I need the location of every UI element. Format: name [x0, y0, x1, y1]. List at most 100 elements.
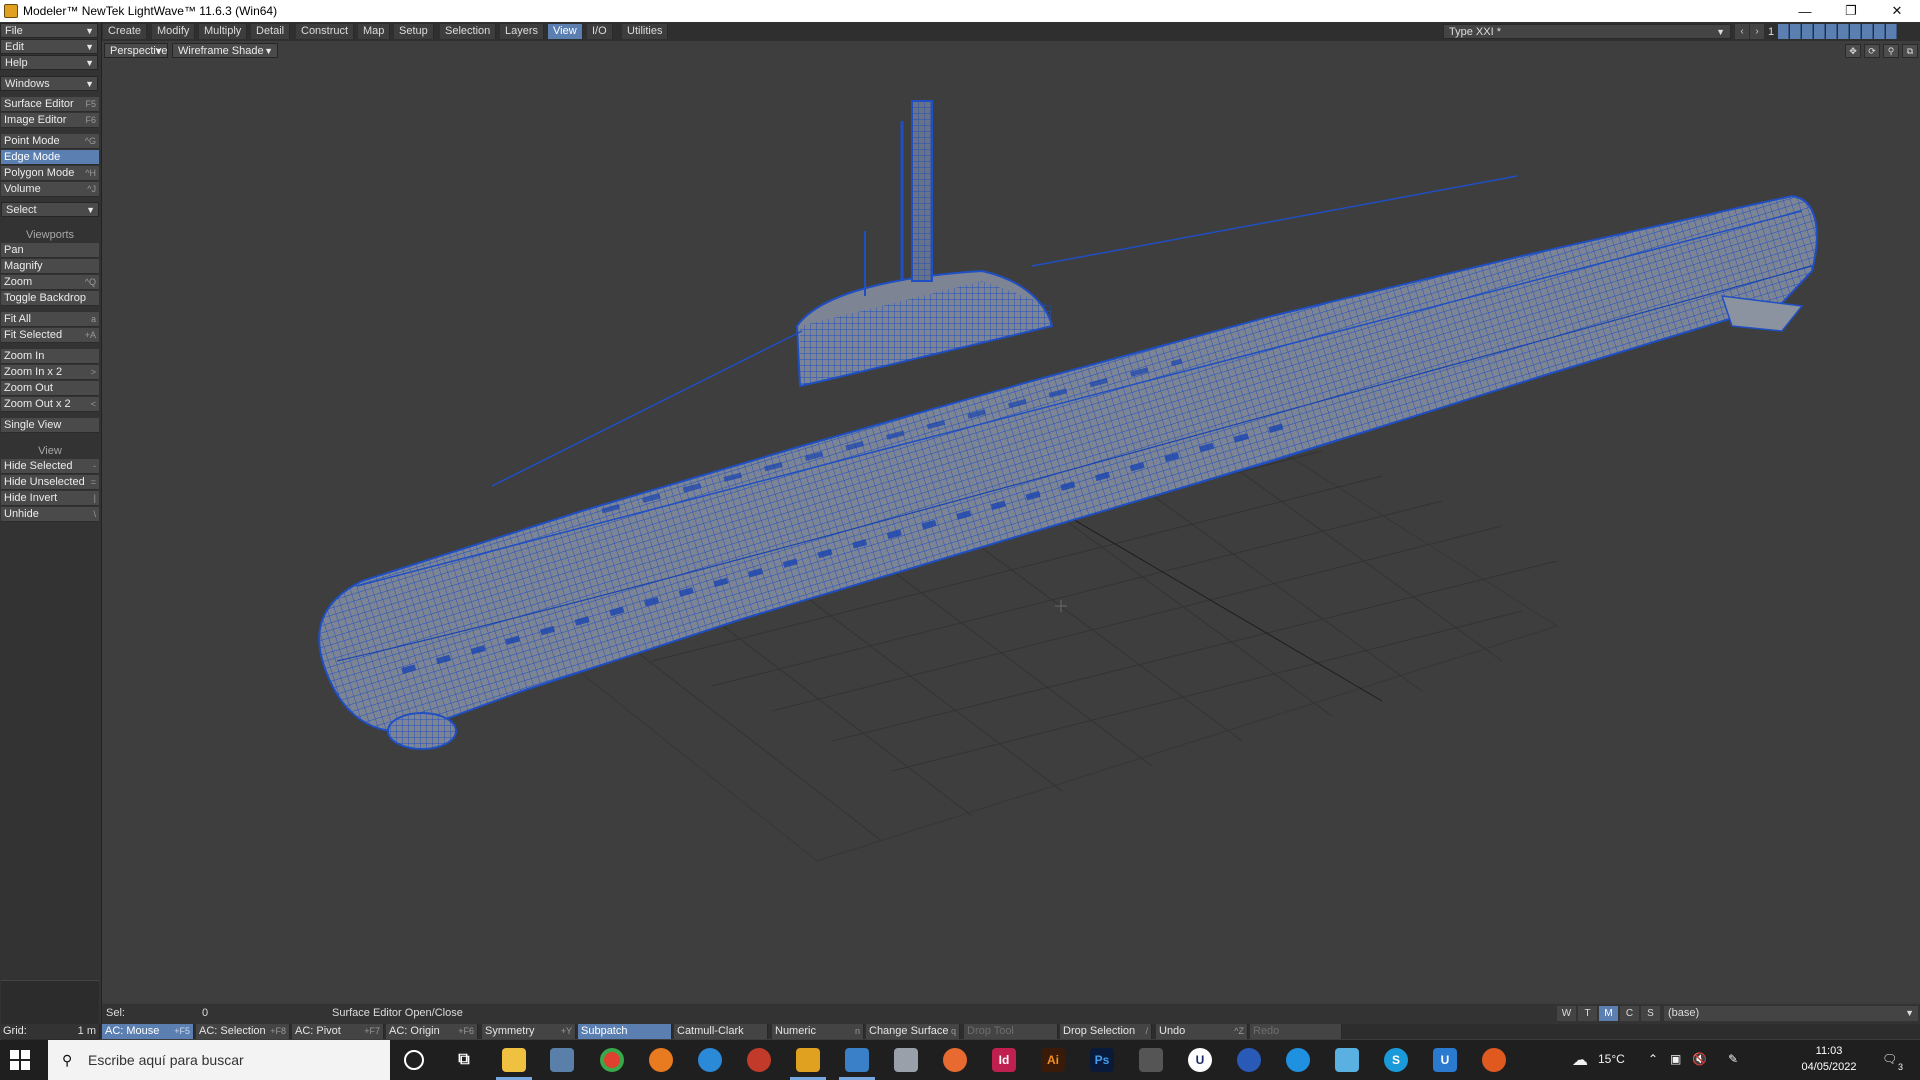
calculator-icon[interactable]	[550, 1048, 574, 1072]
lightwave-layout-icon[interactable]	[845, 1048, 869, 1072]
tab-selection[interactable]: Selection	[440, 24, 497, 39]
magnify-button[interactable]: Magnify	[1, 259, 99, 274]
skype-icon[interactable]: S	[1384, 1048, 1408, 1072]
weather-icon[interactable]: ☁	[1572, 1050, 1588, 1070]
task-view-icon[interactable]: ⧉	[452, 1048, 476, 1072]
notifications-icon[interactable]: 🗨	[1882, 1052, 1897, 1066]
tab-view[interactable]: View	[548, 24, 583, 39]
zoom-view-icon[interactable]: ⚲	[1883, 44, 1899, 58]
layer-cell[interactable]	[1886, 24, 1897, 39]
ac-selection-button[interactable]: AC: Selection +F8	[196, 1024, 290, 1039]
zoom-in-x2-button[interactable]: Zoom In x 2 >	[1, 365, 99, 380]
layer-cell[interactable]	[1862, 24, 1873, 39]
tab-utilities[interactable]: Utilities	[622, 24, 669, 39]
illustrator-icon[interactable]: Ai	[1041, 1048, 1065, 1072]
volume-button[interactable]: Volume ^J	[1, 182, 99, 197]
pen-icon[interactable]: ✎	[1728, 1052, 1738, 1066]
clock[interactable]: 11:03 04/05/2022	[1794, 1043, 1864, 1075]
symmetry-button[interactable]: Symmetry +Y	[482, 1024, 576, 1039]
toggle-backdrop-button[interactable]: Toggle Backdrop	[1, 291, 99, 306]
windows-menu[interactable]: Windows ▼	[0, 76, 98, 91]
tab-multiply[interactable]: Multiply	[199, 24, 248, 39]
fit-selected-button[interactable]: Fit Selected +A	[1, 328, 99, 343]
move-view-icon[interactable]: ✥	[1845, 44, 1861, 58]
prev-layer-icon[interactable]: ‹	[1735, 24, 1749, 39]
chrome-icon[interactable]	[600, 1048, 624, 1072]
rotate-view-icon[interactable]: ⟳	[1864, 44, 1880, 58]
tab-layers[interactable]: Layers	[500, 24, 545, 39]
zoom-in-button[interactable]: Zoom In	[1, 349, 99, 364]
catmull-clark-button[interactable]: Catmull-Clark	[674, 1024, 768, 1039]
firefox-icon[interactable]	[1482, 1048, 1506, 1072]
edit-menu[interactable]: Edit ▼	[0, 39, 98, 54]
tab-modify[interactable]: Modify	[152, 24, 196, 39]
file-explorer-icon[interactable]	[502, 1048, 526, 1072]
cortana-icon[interactable]	[404, 1050, 424, 1070]
edge-mode-button[interactable]: Edge Mode	[1, 150, 99, 165]
blender-icon[interactable]	[649, 1048, 673, 1072]
t-map-button[interactable]: T	[1578, 1006, 1597, 1021]
layer-cell[interactable]	[1802, 24, 1813, 39]
app-icon[interactable]	[1237, 1048, 1261, 1072]
zoom-out-button[interactable]: Zoom Out	[1, 381, 99, 396]
close-button[interactable]: ✕	[1874, 0, 1920, 22]
surface-editor-button[interactable]: Surface Editor F5	[1, 97, 99, 112]
fit-all-button[interactable]: Fit All a	[1, 312, 99, 327]
maximize-view-icon[interactable]: ⧉	[1902, 44, 1918, 58]
m-map-button[interactable]: M	[1599, 1006, 1618, 1021]
app-icon[interactable]	[698, 1048, 722, 1072]
render-mode-dropdown[interactable]: Wireframe Shade ▼	[172, 43, 278, 58]
unhide-button[interactable]: Unhide \	[1, 507, 99, 522]
undo-button[interactable]: Undo ^Z	[1156, 1024, 1248, 1039]
maximize-button[interactable]: ❐	[1828, 0, 1874, 22]
ac-origin-button[interactable]: AC: Origin +F6	[386, 1024, 478, 1039]
pan-button[interactable]: Pan	[1, 243, 99, 258]
drop-selection-button[interactable]: Drop Selection /	[1060, 1024, 1152, 1039]
layer-cell[interactable]	[1778, 24, 1789, 39]
network-icon[interactable]: ▣	[1670, 1052, 1681, 1066]
single-view-button[interactable]: Single View	[1, 418, 99, 433]
subpatch-button[interactable]: Subpatch	[578, 1024, 672, 1039]
select-dropdown[interactable]: Select ▼	[1, 202, 99, 217]
redo-button[interactable]: Redo	[1250, 1024, 1342, 1039]
s-map-button[interactable]: S	[1641, 1006, 1660, 1021]
file-menu[interactable]: File ▼	[0, 23, 98, 38]
taskbar-search-box[interactable]: ⚲ Escribe aquí para buscar	[48, 1040, 390, 1080]
w-map-button[interactable]: W	[1557, 1006, 1576, 1021]
image-editor-button[interactable]: Image Editor F6	[1, 113, 99, 128]
windows-start-icon[interactable]	[10, 1050, 30, 1070]
tab-setup[interactable]: Setup	[394, 24, 434, 39]
minimize-button[interactable]: —	[1782, 0, 1828, 22]
app-icon[interactable]	[1335, 1048, 1359, 1072]
object-layer-dropdown[interactable]: Type XXI * ▼	[1443, 24, 1731, 39]
tab-io[interactable]: I/O	[587, 24, 613, 39]
tab-map[interactable]: Map	[358, 24, 391, 39]
layer-cell[interactable]	[1814, 24, 1825, 39]
zoom-button[interactable]: Zoom ^Q	[1, 275, 99, 290]
hide-selected-button[interactable]: Hide Selected -	[1, 459, 99, 474]
ac-pivot-button[interactable]: AC: Pivot +F7	[292, 1024, 384, 1039]
chevron-up-icon[interactable]: ⌃	[1648, 1052, 1658, 1066]
photoshop-icon[interactable]: Ps	[1090, 1048, 1114, 1072]
indesign-icon[interactable]: Id	[992, 1048, 1016, 1072]
unity-hub-icon[interactable]: U	[1188, 1048, 1212, 1072]
app-icon[interactable]	[1286, 1048, 1310, 1072]
app-icon[interactable]	[1139, 1048, 1163, 1072]
volume-icon[interactable]: 🔇	[1692, 1052, 1707, 1066]
layer-cell[interactable]	[1850, 24, 1861, 39]
help-menu[interactable]: Help ▼	[0, 55, 98, 70]
morph-map-dropdown[interactable]: (base) ▼	[1664, 1006, 1918, 1021]
next-layer-icon[interactable]: ›	[1750, 24, 1764, 39]
app-icon[interactable]: U	[1433, 1048, 1457, 1072]
lightwave-modeler-icon[interactable]	[796, 1048, 820, 1072]
adobe-acrobat-icon[interactable]	[747, 1048, 771, 1072]
tab-construct[interactable]: Construct	[296, 24, 355, 39]
point-mode-button[interactable]: Point Mode ^G	[1, 134, 99, 149]
layer-cell[interactable]	[1826, 24, 1837, 39]
numeric-button[interactable]: Numeric n	[772, 1024, 864, 1039]
view-type-dropdown[interactable]: Perspective ▼	[104, 43, 168, 58]
firefox-icon[interactable]	[943, 1048, 967, 1072]
tab-detail[interactable]: Detail	[251, 24, 291, 39]
zoom-out-x2-button[interactable]: Zoom Out x 2 <	[1, 397, 99, 412]
layer-cell[interactable]	[1874, 24, 1885, 39]
